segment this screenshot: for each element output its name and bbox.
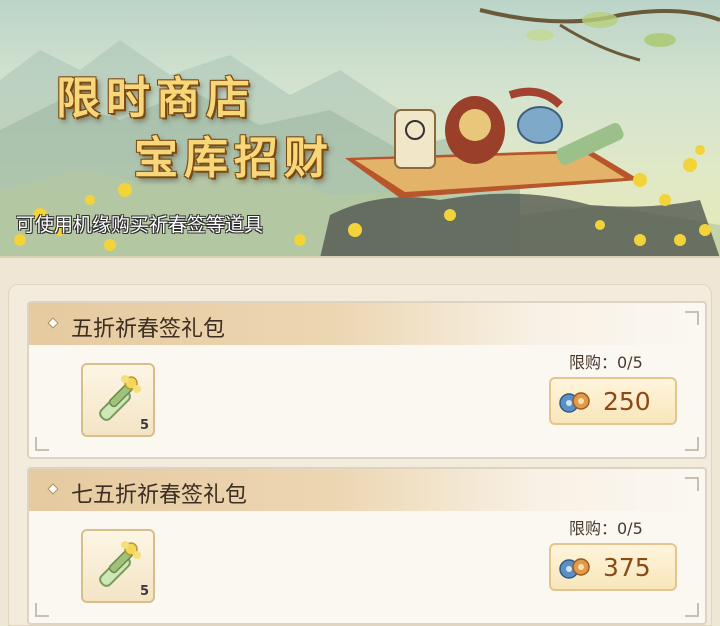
banner-title-line1: 限时商店	[56, 73, 256, 124]
item-title: 五折祈春签礼包	[71, 317, 226, 342]
price-value: 250	[603, 387, 651, 416]
item-count: 5	[139, 584, 149, 599]
jiyuan-coin-icon	[559, 392, 590, 413]
shop-item-card: 七五折祈春签礼包 5 限购：0/5 375	[27, 467, 707, 625]
corner-ornament	[685, 603, 699, 617]
purchase-limit: 限购：0/5	[569, 519, 643, 538]
shop-item-card: 五折祈春签礼包 5 限购：0/5 250	[27, 301, 707, 459]
banner-subtitle: 可使用机缘购买祈春签等道具	[16, 214, 264, 236]
shop-banner: 限时商店 宝库招财 可使用机缘购买祈春签等道具	[0, 0, 720, 258]
corner-ornament	[685, 437, 699, 451]
item-slot[interactable]: 5	[81, 363, 155, 437]
item-slot[interactable]: 5	[81, 529, 155, 603]
buy-button[interactable]: 375	[549, 543, 677, 591]
corner-ornament	[35, 437, 49, 451]
purchase-limit: 限购：0/5	[569, 353, 643, 372]
banner-title-line2: 宝库招财	[134, 133, 334, 184]
item-count: 5	[139, 418, 149, 433]
corner-ornament	[685, 477, 699, 491]
item-title: 七五折祈春签礼包	[71, 483, 248, 508]
corner-ornament	[685, 311, 699, 325]
buy-button[interactable]: 250	[549, 377, 677, 425]
corner-ornament	[35, 603, 49, 617]
jiyuan-coin-icon	[559, 558, 590, 579]
price-value: 375	[603, 553, 651, 582]
